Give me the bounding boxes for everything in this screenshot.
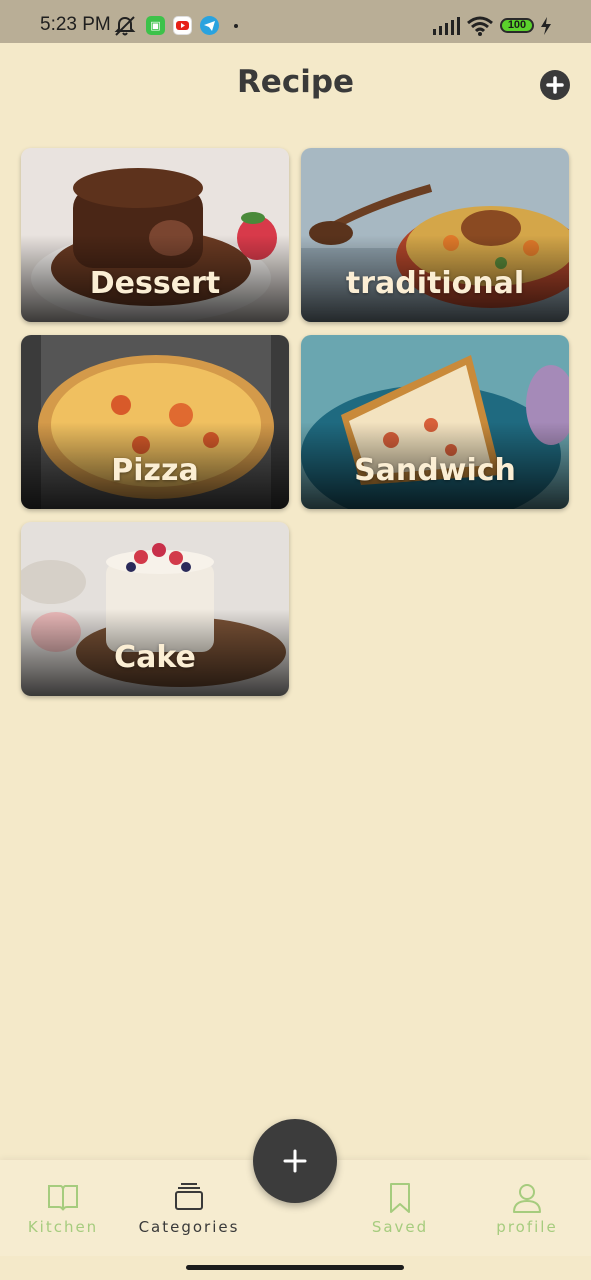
page-title: Recipe: [236, 64, 355, 100]
android-icon: ▣: [146, 16, 165, 35]
user-icon: [513, 1184, 541, 1213]
battery-icon: 100: [500, 18, 534, 33]
plus-circle-icon: [546, 76, 564, 94]
mute-icon: [114, 16, 136, 36]
stack-icon: [175, 1183, 203, 1210]
category-card-pizza[interactable]: Pizza: [21, 335, 289, 509]
youtube-icon: [173, 16, 192, 35]
wifi-icon: [467, 16, 493, 36]
bookmark-icon: [390, 1183, 410, 1213]
status-bar: 5:23 PM ▣ 100: [0, 0, 591, 43]
nav-item-profile[interactable]: profile: [467, 1160, 587, 1256]
category-label: Dessert: [89, 266, 221, 301]
book-icon: [48, 1185, 78, 1211]
add-recipe-button[interactable]: [540, 70, 570, 100]
charging-icon: [541, 17, 551, 35]
category-card-dessert[interactable]: Dessert: [21, 148, 289, 322]
home-indicator[interactable]: [186, 1265, 404, 1270]
nav-label: profile: [496, 1218, 558, 1236]
nav-item-kitchen[interactable]: Kitchen: [3, 1160, 123, 1256]
add-button[interactable]: [253, 1119, 337, 1203]
nav-label: Kitchen: [27, 1218, 99, 1236]
category-label: Sandwich: [354, 453, 516, 488]
telegram-icon: [200, 16, 219, 35]
nav-item-categories[interactable]: Categories: [129, 1160, 249, 1256]
signal-icon: [433, 17, 460, 35]
plus-icon: [283, 1149, 307, 1173]
status-time: 5:23 PM: [40, 14, 111, 35]
notification-dot: [234, 24, 238, 28]
nav-item-saved[interactable]: Saved: [340, 1160, 460, 1256]
category-label: Cake: [114, 640, 196, 675]
category-card-traditional[interactable]: traditional: [301, 148, 569, 322]
category-label: traditional: [345, 266, 525, 301]
category-card-sandwich[interactable]: Sandwich: [301, 335, 569, 509]
category-card-cake[interactable]: Cake: [21, 522, 289, 696]
nav-label: Categories: [138, 1218, 240, 1236]
category-label: Pizza: [111, 453, 199, 488]
nav-label: Saved: [371, 1218, 429, 1236]
